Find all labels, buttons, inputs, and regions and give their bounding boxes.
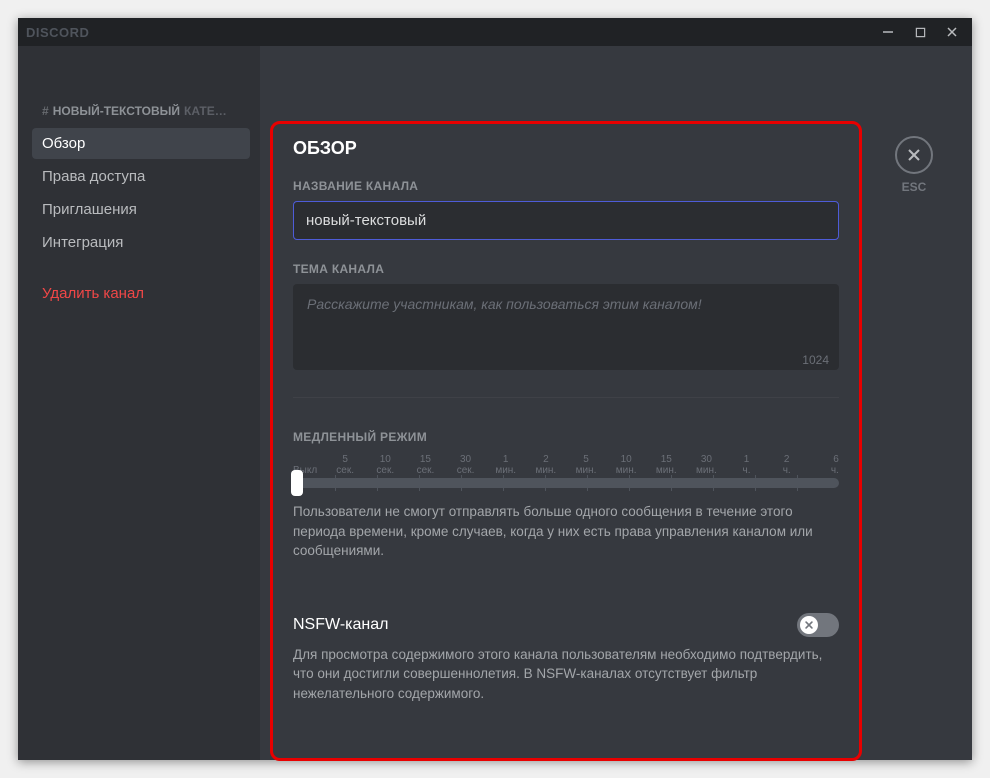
nsfw-title: NSFW-канал [293,616,388,634]
sidebar-item-invites[interactable]: Приглашения [32,194,250,225]
channel-topic-input[interactable] [293,284,839,370]
sidebar-channel-name: НОВЫЙ-ТЕКСТОВЫЙ [53,104,180,118]
settings-overview-panel: ОБЗОР НАЗВАНИЕ КАНАЛА ТЕМА КАНАЛА 1024 М… [270,121,862,761]
slowmode-tick-label: 2ч. [773,454,801,476]
nsfw-toggle[interactable] [797,613,839,637]
minimize-icon[interactable] [882,26,894,38]
close-settings-button[interactable]: ESC [894,136,934,194]
divider [293,397,839,398]
slowmode-tick-label: 10сек. [371,454,399,476]
slowmode-tick-label: 5сек. [331,454,359,476]
slowmode-tick-label: 10мин. [612,454,640,476]
content-area: # НОВЫЙ-ТЕКСТОВЫЙ КАТЕ… Обзор Права доступ… [18,46,972,760]
slowmode-tick-label: 30мин. [692,454,720,476]
esc-label: ESC [902,180,927,194]
sidebar-item-overview[interactable]: Обзор [32,128,250,159]
sidebar-channel-header: # НОВЫЙ-ТЕКСТОВЫЙ КАТЕ… [32,104,260,128]
slowmode-section: МЕДЛЕННЫЙ РЕЖИМ Выкл5сек.10сек.15сек.30с… [293,430,839,561]
slowmode-track[interactable] [293,478,839,488]
slowmode-tick-labels: Выкл5сек.10сек.15сек.30сек.1мин.2мин.5ми… [293,454,839,476]
slowmode-tick-label: 1ч. [733,454,761,476]
app-brand: DISCORD [26,25,89,40]
channel-topic-charcount: 1024 [802,353,829,367]
slowmode-help-text: Пользователи не смогут отправлять больше… [293,502,839,561]
slowmode-tick-label: 15сек. [411,454,439,476]
page-title: ОБЗОР [293,138,839,159]
slowmode-slider[interactable]: Выкл5сек.10сек.15сек.30сек.1мин.2мин.5ми… [293,454,839,488]
slowmode-tick-label: 2мин. [532,454,560,476]
channel-topic-wrap: 1024 [293,284,839,375]
app-window: DISCORD # НОВЫЙ-ТЕКСТОВЫЙ КАТЕ… Обзор Прав… [18,18,972,760]
channel-name-input[interactable] [293,201,839,240]
slowmode-tick-label: 6ч. [813,454,839,476]
close-icon [895,136,933,174]
slowmode-tick-label: 15мин. [652,454,680,476]
channel-topic-label: ТЕМА КАНАЛА [293,262,839,276]
hash-icon: # [42,104,49,118]
nsfw-row: NSFW-канал [293,613,839,637]
slowmode-tick-label: 1мин. [492,454,520,476]
main-panel: ОБЗОР НАЗВАНИЕ КАНАЛА ТЕМА КАНАЛА 1024 М… [260,46,972,760]
sidebar-channel-category: КАТЕ… [184,104,227,118]
titlebar: DISCORD [18,18,972,46]
slowmode-tick-label: 5мин. [572,454,600,476]
toggle-knob [800,616,818,634]
window-controls [882,26,964,38]
nsfw-help-text: Для просмотра содержимого этого канала п… [293,645,839,704]
channel-name-label: НАЗВАНИЕ КАНАЛА [293,179,839,193]
sidebar-item-permissions[interactable]: Права доступа [32,161,250,192]
close-icon[interactable] [946,26,958,38]
maximize-icon[interactable] [914,26,926,38]
sidebar-item-delete-channel[interactable]: Удалить канал [32,278,250,309]
slowmode-thumb[interactable] [291,470,303,496]
slowmode-label: МЕДЛЕННЫЙ РЕЖИМ [293,430,839,444]
slowmode-tick-label: 30сек. [452,454,480,476]
sidebar-item-integrations[interactable]: Интеграция [32,227,250,258]
sidebar: # НОВЫЙ-ТЕКСТОВЫЙ КАТЕ… Обзор Права доступ… [18,46,260,760]
